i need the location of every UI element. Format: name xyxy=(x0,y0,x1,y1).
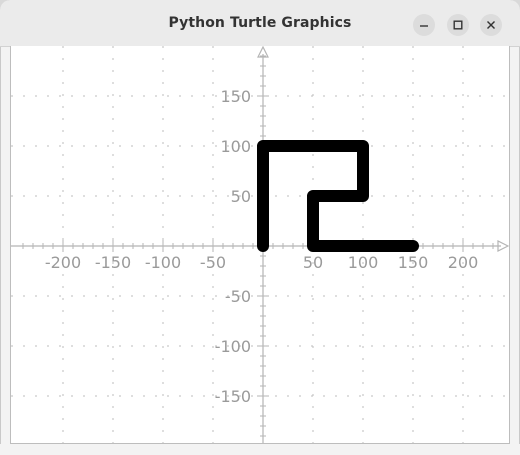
x-tick-label: -100 xyxy=(145,253,181,272)
y-tick-label: 100 xyxy=(220,137,251,156)
x-tick-label: 50 xyxy=(303,253,323,272)
y-tick-label: 150 xyxy=(220,87,251,106)
turtle-window: Python Turtle Graphics -200 -150 -100 -50 50… xyxy=(0,0,520,455)
turtle-path xyxy=(257,140,419,252)
minimize-icon xyxy=(419,20,429,30)
turtle-canvas-frame: -200 -150 -100 -50 50 100 150 200 150 100 50 -50 -10… xyxy=(10,46,510,444)
close-button[interactable] xyxy=(480,14,502,36)
x-tick-label: -50 xyxy=(200,253,226,272)
maximize-icon xyxy=(453,20,463,30)
x-tick-label: 200 xyxy=(448,253,479,272)
window-title: Python Turtle Graphics xyxy=(168,15,352,31)
x-tick-label: 100 xyxy=(348,253,379,272)
turtle-path-layer xyxy=(257,140,419,252)
maximize-button[interactable] xyxy=(447,14,469,36)
title-bar[interactable]: Python Turtle Graphics xyxy=(0,0,520,47)
y-tick-label: -150 xyxy=(215,387,251,406)
x-tick-label: -200 xyxy=(45,253,81,272)
minimize-button[interactable] xyxy=(413,14,435,36)
close-icon xyxy=(486,20,496,30)
y-tick-label: -50 xyxy=(225,287,251,306)
x-tick-label: -150 xyxy=(95,253,131,272)
window-bottom-edge xyxy=(0,444,520,455)
y-tick-label: 50 xyxy=(231,187,251,206)
x-tick-label: 150 xyxy=(398,253,429,272)
turtle-canvas[interactable]: -200 -150 -100 -50 50 100 150 200 150 100 50 -50 -10… xyxy=(11,46,509,443)
y-tick-label: -100 xyxy=(215,337,251,356)
